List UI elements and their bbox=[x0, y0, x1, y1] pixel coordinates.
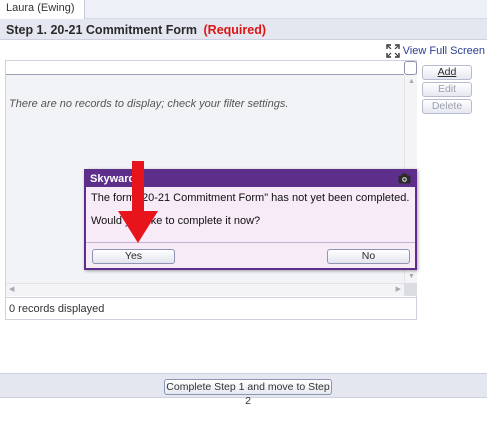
scroll-right-icon[interactable]: ▶ bbox=[396, 285, 401, 293]
yes-button[interactable]: Yes bbox=[92, 249, 175, 264]
step-title-text: Step 1. 20-21 Commitment Form bbox=[6, 23, 198, 37]
grid-footer: 0 records displayed bbox=[6, 297, 416, 319]
delete-button[interactable]: Delete bbox=[422, 99, 472, 114]
step-header: Step 1. 20-21 Commitment Form (Required) bbox=[0, 19, 487, 40]
horizontal-scrollbar[interactable]: ◀ ▶ bbox=[6, 283, 404, 296]
red-arrow-annotation bbox=[118, 161, 158, 243]
grid-header-row bbox=[6, 61, 404, 75]
complete-step-button[interactable]: Complete Step 1 and move to Step 2 bbox=[164, 379, 332, 407]
add-button[interactable]: Add bbox=[422, 65, 472, 80]
select-all-checkbox[interactable] bbox=[404, 61, 417, 75]
view-full-screen-label: View Full Screen bbox=[402, 44, 485, 57]
bottom-bar: Complete Step 1 and move to Step 2 bbox=[0, 373, 487, 407]
scrollbar-corner bbox=[404, 283, 417, 296]
scroll-up-icon[interactable]: ▲ bbox=[405, 78, 418, 85]
expand-icon bbox=[385, 43, 400, 58]
scroll-left-icon[interactable]: ◀ bbox=[9, 285, 14, 293]
records-count: 0 records displayed bbox=[9, 303, 105, 315]
tab-bar: Laura (Ewing) bbox=[0, 0, 487, 19]
camera-icon[interactable] bbox=[398, 173, 411, 184]
dialog-message-2: Would you like to complete it now? bbox=[91, 215, 261, 227]
page-title: Step 1. 20-21 Commitment Form (Required) bbox=[6, 23, 266, 37]
no-button[interactable]: No bbox=[327, 249, 410, 264]
tab-student[interactable]: Laura (Ewing) bbox=[0, 0, 86, 19]
empty-grid-message: There are no records to display; check y… bbox=[9, 98, 289, 110]
view-full-screen-link[interactable]: View Full Screen bbox=[385, 42, 485, 59]
edit-button[interactable]: Edit bbox=[422, 82, 472, 97]
scroll-down-icon[interactable]: ▼ bbox=[405, 273, 418, 280]
required-label: (Required) bbox=[203, 23, 267, 37]
